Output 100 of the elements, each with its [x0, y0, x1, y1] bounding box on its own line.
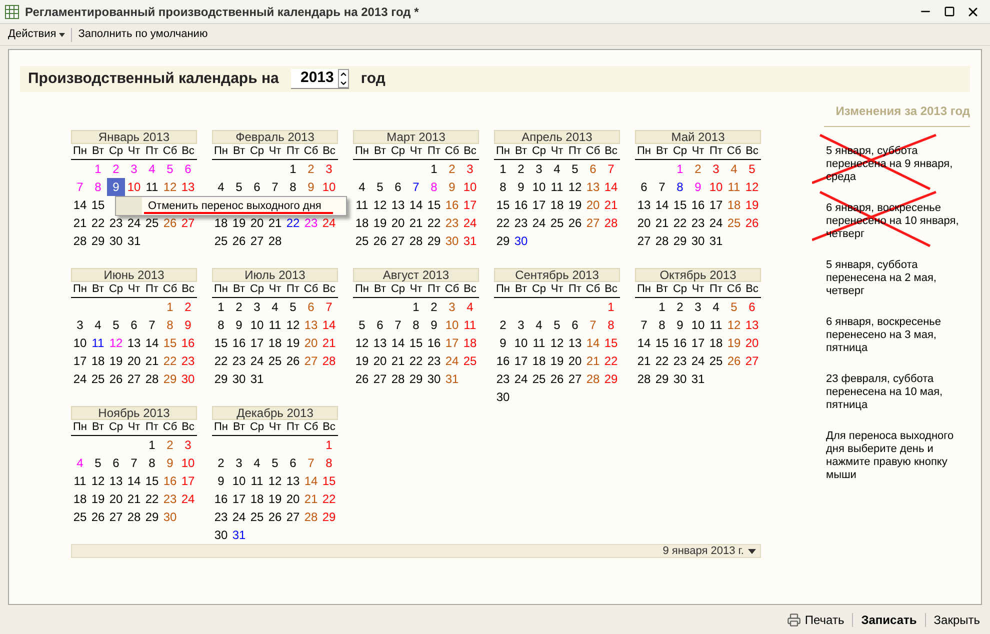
day-cell[interactable]: 3: [530, 160, 548, 178]
day-cell[interactable]: 16: [212, 490, 230, 508]
day-cell[interactable]: 6: [566, 316, 584, 334]
day-cell[interactable]: 26: [266, 508, 284, 526]
day-cell[interactable]: 19: [548, 352, 566, 370]
day-cell[interactable]: 5: [725, 298, 743, 316]
day-cell[interactable]: 5: [89, 454, 107, 472]
day-cell[interactable]: 29: [425, 232, 443, 250]
day-cell[interactable]: 19: [107, 352, 125, 370]
day-cell[interactable]: 9: [179, 316, 197, 334]
day-cell[interactable]: 25: [89, 370, 107, 388]
day-cell[interactable]: 27: [179, 214, 197, 232]
day-cell[interactable]: 18: [548, 196, 566, 214]
day-cell[interactable]: 7: [125, 454, 143, 472]
day-cell[interactable]: 30: [107, 232, 125, 250]
day-cell[interactable]: 17: [689, 334, 707, 352]
day-cell[interactable]: 27: [389, 232, 407, 250]
day-cell[interactable]: 17: [530, 196, 548, 214]
day-cell[interactable]: 9: [212, 472, 230, 490]
day-cell[interactable]: 11: [266, 316, 284, 334]
day-cell[interactable]: 6: [248, 178, 266, 196]
day-cell[interactable]: 20: [125, 352, 143, 370]
day-cell[interactable]: 18: [89, 352, 107, 370]
day-cell[interactable]: 30: [443, 232, 461, 250]
day-cell[interactable]: 5: [566, 160, 584, 178]
day-cell[interactable]: 4: [461, 298, 479, 316]
day-cell[interactable]: 31: [443, 370, 461, 388]
day-cell[interactable]: 26: [89, 508, 107, 526]
day-cell[interactable]: 15: [671, 196, 689, 214]
day-cell[interactable]: 2: [425, 298, 443, 316]
day-cell[interactable]: 23: [161, 490, 179, 508]
day-cell[interactable]: 31: [461, 232, 479, 250]
day-cell[interactable]: 20: [284, 490, 302, 508]
day-cell[interactable]: 13: [584, 178, 602, 196]
day-cell[interactable]: 22: [494, 214, 512, 232]
day-cell[interactable]: 18: [725, 196, 743, 214]
day-cell[interactable]: 27: [635, 232, 653, 250]
day-cell[interactable]: 14: [125, 472, 143, 490]
day-cell[interactable]: 11: [353, 196, 371, 214]
day-cell[interactable]: 19: [743, 196, 761, 214]
day-cell[interactable]: 23: [494, 370, 512, 388]
day-cell[interactable]: 14: [389, 334, 407, 352]
day-cell[interactable]: 25: [248, 508, 266, 526]
day-cell[interactable]: 10: [689, 316, 707, 334]
day-cell[interactable]: 14: [653, 196, 671, 214]
day-cell[interactable]: 12: [161, 178, 179, 196]
day-cell[interactable]: 24: [125, 214, 143, 232]
day-cell[interactable]: 26: [566, 214, 584, 232]
day-cell[interactable]: 26: [107, 370, 125, 388]
day-cell[interactable]: 6: [302, 298, 320, 316]
day-cell[interactable]: 15: [161, 334, 179, 352]
day-cell[interactable]: 22: [89, 214, 107, 232]
day-cell[interactable]: 16: [494, 352, 512, 370]
day-cell[interactable]: 3: [71, 316, 89, 334]
day-cell[interactable]: 8: [653, 316, 671, 334]
day-cell[interactable]: 24: [320, 214, 338, 232]
day-cell[interactable]: 23: [443, 214, 461, 232]
day-cell[interactable]: 27: [248, 232, 266, 250]
day-cell[interactable]: 28: [125, 508, 143, 526]
day-cell[interactable]: 30: [212, 526, 230, 544]
day-cell[interactable]: 10: [530, 178, 548, 196]
day-cell[interactable]: 10: [461, 178, 479, 196]
day-cell[interactable]: 3: [443, 298, 461, 316]
day-cell[interactable]: 5: [266, 454, 284, 472]
day-cell[interactable]: 4: [248, 454, 266, 472]
day-cell[interactable]: 7: [602, 160, 620, 178]
actions-menu[interactable]: Действия: [8, 26, 72, 43]
day-cell[interactable]: 28: [302, 508, 320, 526]
day-cell[interactable]: 7: [320, 298, 338, 316]
day-cell[interactable]: 5: [371, 178, 389, 196]
context-menu-item[interactable]: Отменить перенос выходного дня: [148, 197, 322, 215]
day-cell[interactable]: 26: [161, 214, 179, 232]
day-cell[interactable]: 30: [425, 370, 443, 388]
day-cell[interactable]: 27: [584, 214, 602, 232]
day-cell[interactable]: 6: [743, 298, 761, 316]
day-cell[interactable]: 18: [248, 490, 266, 508]
day-cell[interactable]: 21: [320, 334, 338, 352]
day-cell[interactable]: 23: [230, 352, 248, 370]
day-cell[interactable]: 8: [320, 454, 338, 472]
day-cell[interactable]: 23: [671, 352, 689, 370]
day-cell[interactable]: 17: [248, 334, 266, 352]
day-cell[interactable]: 5: [353, 316, 371, 334]
day-cell[interactable]: 1: [284, 160, 302, 178]
day-cell[interactable]: 16: [671, 334, 689, 352]
day-cell[interactable]: 24: [461, 214, 479, 232]
day-cell[interactable]: 6: [107, 454, 125, 472]
day-cell[interactable]: 1: [653, 298, 671, 316]
day-cell[interactable]: 24: [248, 352, 266, 370]
day-cell[interactable]: 19: [371, 214, 389, 232]
day-cell[interactable]: 22: [161, 352, 179, 370]
day-cell[interactable]: 13: [179, 178, 197, 196]
fill-default-button[interactable]: Заполнить по умолчанию: [72, 26, 208, 43]
day-cell[interactable]: 16: [689, 196, 707, 214]
day-cell[interactable]: 31: [248, 370, 266, 388]
day-cell[interactable]: 24: [179, 490, 197, 508]
day-cell[interactable]: 11: [461, 316, 479, 334]
day-cell[interactable]: 1: [143, 436, 161, 454]
print-button[interactable]: Печать: [786, 610, 844, 628]
day-cell[interactable]: 21: [653, 214, 671, 232]
day-cell[interactable]: 3: [461, 160, 479, 178]
